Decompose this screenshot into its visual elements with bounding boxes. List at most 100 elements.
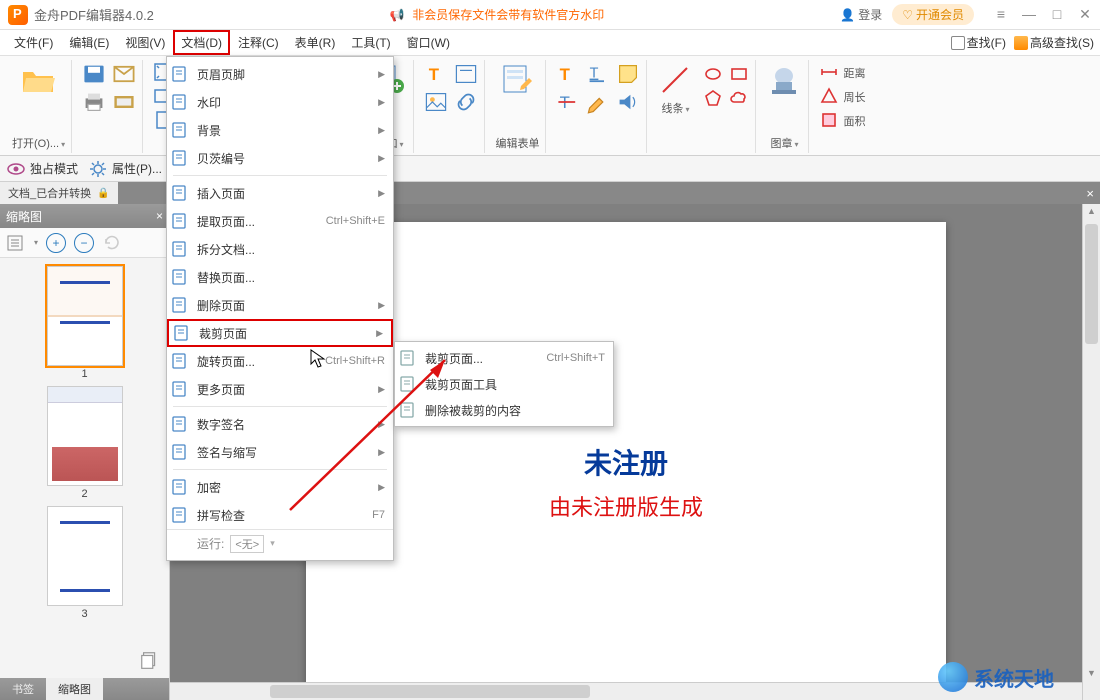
pencil-icon[interactable]: [586, 90, 610, 112]
properties-button[interactable]: 属性(P)...: [88, 159, 162, 179]
vip-button[interactable]: ♡ 开通会员: [892, 4, 974, 25]
cloud-icon[interactable]: [729, 88, 749, 108]
thumb-options-icon[interactable]: [6, 233, 26, 253]
dropdown-item-label: 提取页面...: [197, 213, 318, 230]
mail-icon[interactable]: [112, 62, 136, 84]
run-row[interactable]: 运行:<无>▾: [167, 529, 393, 557]
text-tool-icon[interactable]: T: [424, 62, 448, 84]
dropdown-item[interactable]: 拆分文档...: [167, 235, 393, 263]
ellipse-icon[interactable]: [703, 64, 723, 84]
scroll-up-icon[interactable]: ▲: [1083, 206, 1100, 216]
text-box-icon[interactable]: [454, 62, 478, 84]
doc-item-icon: [171, 65, 189, 83]
thumb-item[interactable]: 2: [47, 386, 123, 500]
note-icon[interactable]: [616, 62, 640, 84]
thumb-zoom-in[interactable]: +: [46, 233, 66, 253]
thumb-page-1[interactable]: [47, 266, 123, 366]
menu-tools[interactable]: 工具(T): [343, 30, 398, 55]
pages-stack-icon[interactable]: [139, 650, 161, 672]
save-icon[interactable]: [82, 62, 106, 84]
chevron-right-icon: ▶: [376, 328, 383, 339]
underline-icon[interactable]: T: [586, 62, 610, 84]
app-title: 金舟PDF编辑器4.0.2: [34, 5, 154, 24]
window-controls: ≡ — □ ✕: [994, 6, 1092, 23]
doc-tab-label: 文档_已合并转换: [8, 185, 91, 201]
close-icon[interactable]: ✕: [1078, 6, 1092, 23]
find-button[interactable]: 查找(F): [951, 34, 1006, 51]
thumb-num: 1: [81, 368, 87, 380]
stamp-icon[interactable]: [766, 62, 802, 98]
scroll-down-icon[interactable]: ▼: [1083, 668, 1100, 678]
menu-edit[interactable]: 编辑(E): [61, 30, 117, 55]
dropdown-item-label: 删除页面: [197, 297, 370, 314]
area-button[interactable]: 面积: [819, 110, 865, 130]
brand-text: 系统天地: [974, 663, 1054, 692]
dropdown-item[interactable]: 背景▶: [167, 116, 393, 144]
main-area: 缩略图 × ▾ + − 1 2 3 书签: [0, 204, 1100, 700]
thumb-item[interactable]: 1: [47, 266, 123, 380]
image-tool-icon[interactable]: [424, 90, 448, 112]
minimize-icon[interactable]: —: [1022, 6, 1036, 23]
dropdown-item[interactable]: 页眉页脚▶: [167, 60, 393, 88]
login-button[interactable]: 👤 登录: [840, 6, 882, 23]
strikeout-icon[interactable]: T: [556, 90, 580, 112]
vertical-scrollbar[interactable]: ▲ ▼: [1082, 204, 1100, 700]
dropdown-item[interactable]: 替换页面...: [167, 263, 393, 291]
menu-form[interactable]: 表单(R): [287, 30, 344, 55]
doc-tab[interactable]: 文档_已合并转换 🔒: [0, 182, 118, 204]
tab-bookmark[interactable]: 书签: [0, 678, 46, 700]
lines-label[interactable]: 线条▾: [661, 100, 689, 116]
ribbon: 打开(O)...▾ 104.66% 放大 缩小: [0, 56, 1100, 156]
edit-form-icon[interactable]: [499, 62, 535, 98]
vscroll-thumb[interactable]: [1085, 224, 1098, 344]
dropdown-item-label: 拆分文档...: [197, 241, 385, 258]
polygon-icon[interactable]: [703, 88, 723, 108]
run-value[interactable]: <无>: [230, 535, 264, 553]
highlight-icon[interactable]: T: [556, 62, 580, 84]
line-icon[interactable]: [657, 62, 693, 98]
dropdown-item[interactable]: 裁剪页面▶: [167, 319, 393, 347]
thumb-zoom-out[interactable]: −: [74, 233, 94, 253]
exclusive-mode-button[interactable]: 独占模式: [6, 159, 78, 179]
dropdown-item[interactable]: 插入页面▶: [167, 179, 393, 207]
doc-tab-close[interactable]: ×: [1080, 186, 1100, 201]
menu-comment[interactable]: 注释(C): [230, 30, 287, 55]
hscroll-thumb[interactable]: [270, 685, 590, 698]
tab-thumbnail[interactable]: 缩略图: [46, 678, 103, 700]
doc-item-icon: [173, 324, 191, 342]
dropdown-item[interactable]: 删除页面▶: [167, 291, 393, 319]
title-right: 👤 登录 ♡ 开通会员 ≡ — □ ✕: [840, 4, 1092, 25]
edit-form-label[interactable]: 编辑表单: [495, 135, 539, 151]
rotate-icon[interactable]: [102, 233, 122, 253]
thumb-item[interactable]: 3: [47, 506, 123, 620]
perimeter-button[interactable]: 周长: [819, 86, 865, 106]
menu-view[interactable]: 视图(V): [117, 30, 173, 55]
dropdown-item[interactable]: 水印▶: [167, 88, 393, 116]
print-icon[interactable]: [82, 90, 106, 112]
scan-icon[interactable]: [112, 90, 136, 112]
vip-label: 开通会员: [916, 6, 964, 23]
sound-icon[interactable]: [616, 90, 640, 112]
thumbnail-list[interactable]: 1 2 3: [0, 258, 169, 644]
dropdown-item[interactable]: 提取页面...Ctrl+Shift+E: [167, 207, 393, 235]
link-tool-icon[interactable]: [454, 90, 478, 112]
sidebar-close-icon[interactable]: ×: [156, 209, 163, 223]
thumb-page-3[interactable]: [47, 506, 123, 606]
thumb-page-2[interactable]: [47, 386, 123, 486]
menu-document[interactable]: 文档(D): [173, 30, 230, 55]
svg-text:T: T: [590, 66, 599, 82]
open-label[interactable]: 打开(O)...▾: [12, 135, 65, 151]
login-label: 登录: [858, 6, 882, 23]
open-folder-icon[interactable]: [21, 62, 57, 98]
menu-icon[interactable]: ≡: [994, 6, 1008, 23]
sidebar: 缩略图 × ▾ + − 1 2 3 书签: [0, 204, 170, 700]
menu-file[interactable]: 文件(F): [6, 30, 61, 55]
distance-button[interactable]: 距离: [819, 62, 865, 82]
adv-find-label: 高级查找(S): [1030, 34, 1094, 51]
maximize-icon[interactable]: □: [1050, 6, 1064, 23]
dropdown-item[interactable]: 贝茨编号▶: [167, 144, 393, 172]
rect-icon[interactable]: [729, 64, 749, 84]
adv-find-button[interactable]: 高级查找(S): [1014, 34, 1094, 51]
menu-window[interactable]: 窗口(W): [399, 30, 458, 55]
stamp-label[interactable]: 图章▾: [770, 135, 798, 151]
